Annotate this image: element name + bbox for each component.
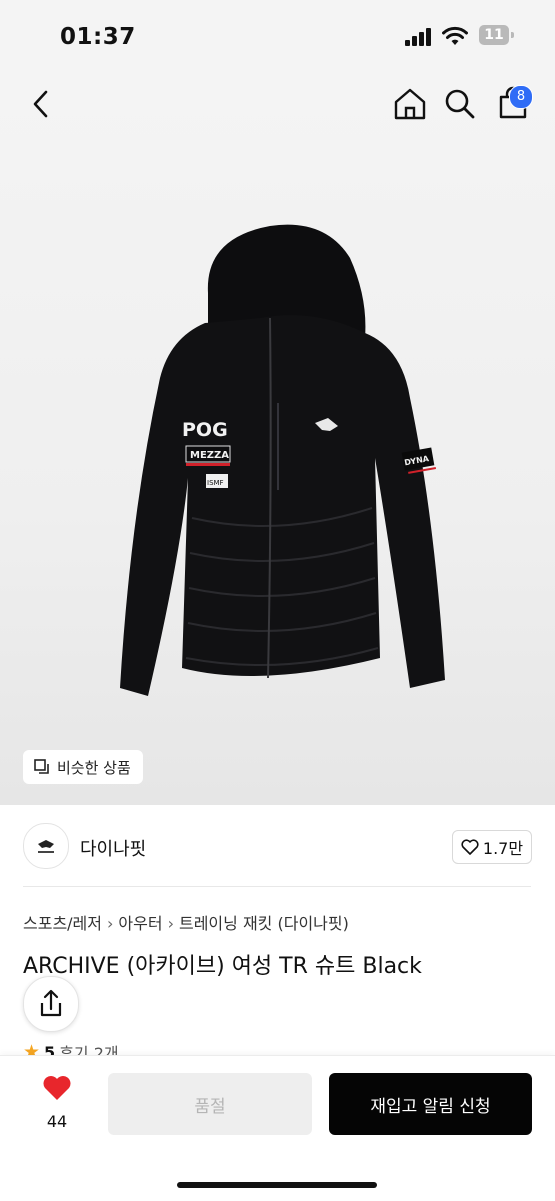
breadcrumb-item[interactable]: 아우터 — [118, 914, 162, 933]
home-icon[interactable] — [390, 84, 430, 124]
heart-outline-icon — [461, 839, 479, 855]
jacket-product-image: POG MEZZA ISMF DYNA — [120, 224, 445, 696]
restock-alert-button[interactable]: 재입고 알림 신청 — [329, 1073, 532, 1135]
heart-filled-icon — [43, 1076, 71, 1100]
brand-follow-button[interactable]: 1.7만 — [452, 830, 532, 864]
bottom-action-bar: 44 품절 재입고 알림 신청 — [0, 1055, 555, 1201]
chest-logo-text: POG — [182, 419, 228, 441]
chevron-right-icon: › — [107, 914, 114, 933]
ismf-patch-text: ISMF — [207, 479, 224, 487]
wishlist-count: 44 — [46, 1112, 68, 1131]
divider — [23, 886, 531, 887]
home-indicator — [177, 1182, 377, 1188]
brand-row: 다이나핏 1.7만 — [0, 805, 555, 887]
sold-out-button[interactable]: 품절 — [108, 1073, 312, 1135]
cart-count-badge: 8 — [509, 85, 533, 109]
back-arrow-icon[interactable] — [22, 84, 62, 124]
battery-icon: 11 — [479, 25, 515, 45]
brand-name[interactable]: 다이나핏 — [80, 835, 146, 861]
patch-text: MEZZA — [190, 450, 229, 461]
share-button[interactable] — [23, 976, 79, 1032]
breadcrumb-item[interactable]: 트레이닝 재킷 (다이나핏) — [179, 914, 349, 933]
search-icon[interactable] — [440, 84, 480, 124]
brand-logo-avatar[interactable] — [23, 823, 69, 869]
breadcrumb-item[interactable]: 스포츠/레저 — [23, 914, 102, 933]
product-title: ARCHIVE (아카이브) 여성 TR 슈트 Black — [23, 954, 422, 979]
wishlist-button[interactable]: 44 — [30, 1074, 84, 1134]
chevron-right-icon: › — [167, 914, 174, 933]
product-image-area[interactable]: 8 POG MEZZA ISMF DYNA 비슷한 상품 — [0, 70, 555, 805]
status-bar: 01:37 11 — [0, 0, 555, 70]
battery-level: 11 — [484, 27, 504, 43]
status-time: 01:37 — [60, 24, 136, 50]
brand-like-count: 1.7만 — [482, 839, 524, 858]
wifi-icon — [442, 26, 468, 45]
similar-products-button[interactable]: 비슷한 상품 — [23, 750, 143, 784]
top-nav: 8 — [0, 70, 555, 140]
similar-products-label: 비슷한 상품 — [57, 758, 131, 777]
breadcrumb: 스포츠/레저 › 아우터 › 트레이닝 재킷 (다이나핏) — [23, 910, 349, 934]
cellular-signal-icon — [405, 28, 433, 46]
similar-items-icon — [34, 759, 49, 774]
